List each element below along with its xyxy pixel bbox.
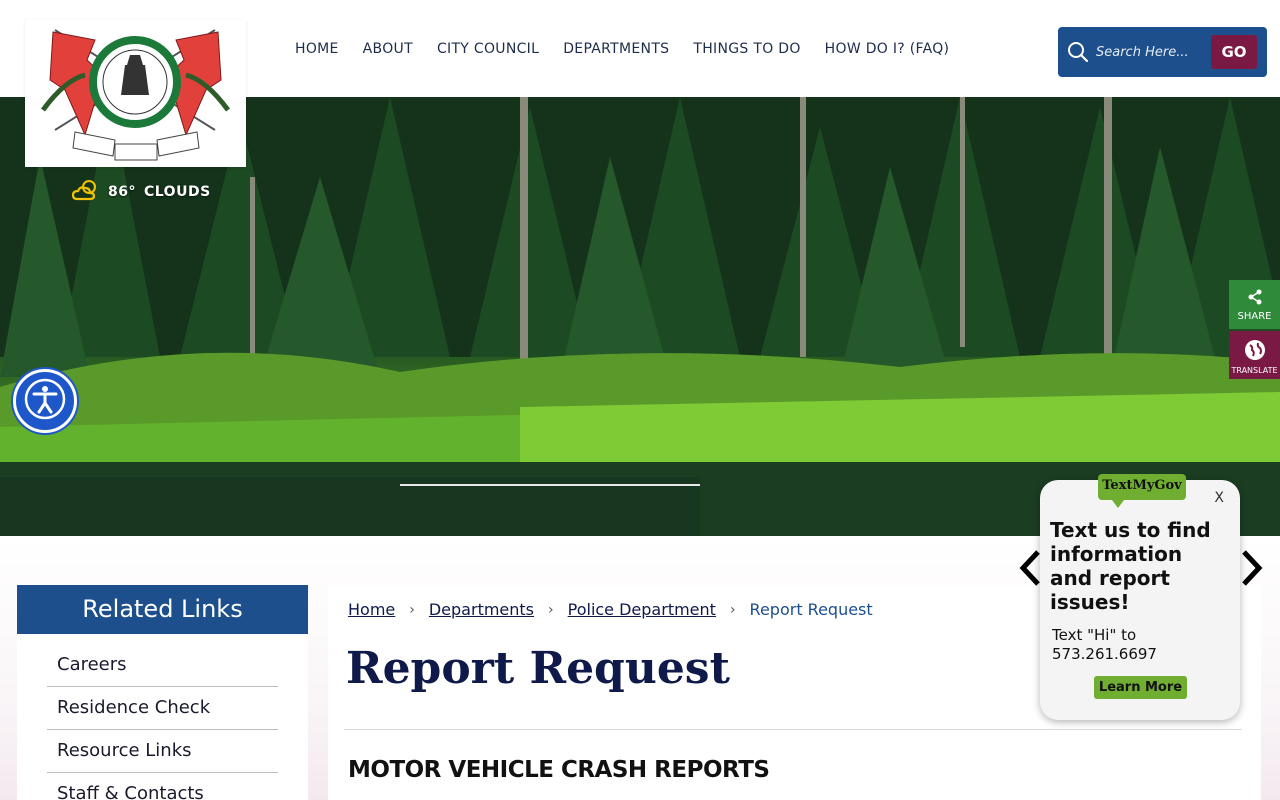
share-label: SHARE	[1237, 311, 1272, 322]
nav-how-do-i[interactable]: HOW DO I? (FAQ)	[813, 38, 962, 60]
breadcrumb-separator: ›	[548, 601, 554, 618]
nav-about[interactable]: ABOUT	[351, 38, 425, 60]
page-title: Report Request	[346, 643, 730, 694]
textmygov-badge: TextMyGov	[1098, 474, 1186, 508]
weather-temperature: 86°	[108, 184, 136, 200]
breadcrumb-departments[interactable]: Departments	[429, 600, 534, 619]
sidebar-heading: Related Links	[17, 585, 308, 634]
breadcrumb-separator: ›	[729, 601, 736, 618]
sidebar-item-staff-contacts[interactable]: Staff & Contacts	[47, 773, 278, 800]
textmygov-body: Text "Hi" to 573.261.6697	[1052, 626, 1157, 663]
section-title: MOTOR VEHICLE CRASH REPORTS	[348, 757, 770, 783]
accessibility-icon	[23, 377, 67, 425]
site-search: GO	[1058, 27, 1267, 77]
breadcrumb-home[interactable]: Home	[348, 600, 395, 619]
globe-icon	[1229, 339, 1280, 363]
breadcrumb: Home › Departments › Police Department ›…	[348, 600, 873, 619]
nav-departments[interactable]: DEPARTMENTS	[551, 38, 681, 60]
weather-widget: 86° CLOUDS	[71, 179, 211, 205]
close-icon[interactable]: X	[1214, 490, 1224, 506]
city-logo[interactable]	[25, 20, 246, 167]
textmygov-popup: TextMyGov X Text us to find information …	[1040, 474, 1240, 720]
title-divider	[344, 729, 1242, 730]
weather-condition: CLOUDS	[143, 184, 211, 200]
sidebar-list: Careers Residence Check Resource Links S…	[17, 634, 308, 800]
search-icon[interactable]	[1067, 41, 1089, 63]
textmygov-headline: Text us to find information and report i…	[1050, 518, 1211, 614]
related-links-sidebar: Related Links Careers Residence Check Re…	[17, 585, 308, 800]
nav-home[interactable]: HOME	[283, 38, 351, 60]
breadcrumb-police-department[interactable]: Police Department	[568, 600, 716, 619]
chevron-right-icon[interactable]	[1240, 548, 1264, 597]
breadcrumb-separator: ›	[409, 601, 415, 618]
search-go-button[interactable]: GO	[1211, 35, 1257, 69]
translate-button[interactable]: TRANSLATE	[1229, 331, 1280, 379]
search-input[interactable]	[1096, 44, 1206, 60]
learn-more-button[interactable]: Learn More	[1094, 676, 1187, 699]
share-icon	[1229, 289, 1280, 308]
cloud-sun-icon	[71, 179, 100, 205]
share-button[interactable]: SHARE	[1229, 280, 1280, 329]
translate-label: TRANSLATE	[1231, 366, 1278, 375]
nav-things-to-do[interactable]: THINGS TO DO	[681, 38, 812, 60]
sidebar-item-residence-check[interactable]: Residence Check	[47, 687, 278, 730]
sidebar-item-careers[interactable]: Careers	[47, 644, 278, 687]
breadcrumb-current: Report Request	[749, 600, 873, 619]
nav-city-council[interactable]: CITY COUNCIL	[425, 38, 551, 60]
accessibility-button[interactable]	[13, 369, 77, 433]
chevron-left-icon[interactable]	[1018, 548, 1042, 597]
sidebar-item-resource-links[interactable]: Resource Links	[47, 730, 278, 773]
main-nav: HOME ABOUT CITY COUNCIL DEPARTMENTS THIN…	[283, 38, 961, 60]
